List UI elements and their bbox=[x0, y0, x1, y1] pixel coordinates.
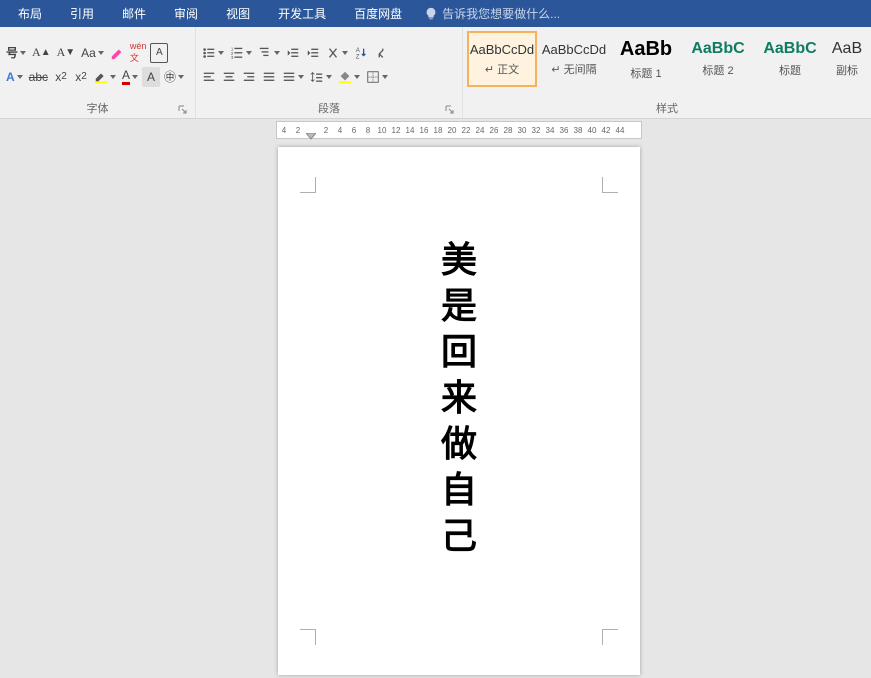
enclose-characters-button[interactable]: ㊥ bbox=[162, 67, 186, 87]
horizontal-ruler[interactable]: 4224681012141618202224262830323436384042… bbox=[276, 121, 642, 139]
font-group-label: 字体 bbox=[4, 100, 191, 117]
style-title[interactable]: AaBbC 标题 bbox=[755, 31, 825, 87]
clear-formatting-button[interactable] bbox=[108, 43, 126, 63]
increase-font-button[interactable]: A▲ bbox=[30, 43, 53, 63]
subscript-button[interactable]: x2 bbox=[52, 67, 70, 87]
crop-mark-br bbox=[602, 629, 618, 645]
styles-gallery[interactable]: AaBbCcDd ↵ 正文 AaBbCcDd ↵ 无间隔 AaBb 标题 1 A… bbox=[467, 29, 867, 100]
asian-layout-button[interactable] bbox=[324, 43, 350, 63]
line-spacing-button[interactable] bbox=[308, 67, 334, 87]
crop-mark-tl bbox=[300, 177, 316, 193]
tab-mailings[interactable]: 邮件 bbox=[108, 0, 160, 27]
tab-layout[interactable]: 布局 bbox=[4, 0, 56, 27]
style-preview: AaBbCcDd bbox=[542, 42, 606, 57]
document-area: 4224681012141618202224262830323436384042… bbox=[0, 119, 871, 678]
style-preview: AaBbC bbox=[763, 40, 816, 58]
shading-button[interactable] bbox=[336, 67, 362, 87]
style-label: 副标 bbox=[836, 62, 858, 78]
multilevel-list-button[interactable] bbox=[256, 43, 282, 63]
style-preview: AaBbC bbox=[691, 40, 744, 58]
style-subtitle[interactable]: AaB 副标 bbox=[827, 31, 867, 87]
ribbon: 号 A▲ A▼ Aa wén文 A A abc x2 x2 A A ㊥ 字体 bbox=[0, 27, 871, 119]
align-left-button[interactable] bbox=[200, 67, 218, 87]
document-page[interactable]: 美是回来做自己 bbox=[278, 147, 640, 675]
align-right-button[interactable] bbox=[240, 67, 258, 87]
menu-bar: 布局 引用 邮件 审阅 视图 开发工具 百度网盘 告诉我您想要做什么... bbox=[0, 0, 871, 27]
font-color-button[interactable]: A bbox=[120, 67, 140, 87]
tell-me-label: 告诉我您想要做什么... bbox=[442, 5, 560, 22]
sort-button[interactable]: AZ bbox=[352, 43, 370, 63]
tell-me-search[interactable]: 告诉我您想要做什么... bbox=[424, 5, 560, 22]
strikethrough-button[interactable]: abc bbox=[27, 67, 50, 87]
increase-indent-button[interactable] bbox=[304, 43, 322, 63]
group-styles: AaBbCcDd ↵ 正文 AaBbCcDd ↵ 无间隔 AaBb 标题 1 A… bbox=[463, 27, 871, 118]
show-hide-marks-button[interactable] bbox=[372, 43, 390, 63]
tab-references[interactable]: 引用 bbox=[56, 0, 108, 27]
paragraph-group-label: 段落 bbox=[200, 100, 458, 117]
align-center-button[interactable] bbox=[220, 67, 238, 87]
paragraph-dialog-launcher[interactable] bbox=[444, 104, 456, 116]
phonetic-guide-button[interactable]: wén文 bbox=[128, 43, 149, 63]
decrease-font-button[interactable]: A▼ bbox=[55, 43, 78, 63]
tab-view[interactable]: 视图 bbox=[212, 0, 264, 27]
style-label: 标题 2 bbox=[702, 62, 733, 78]
font-dialog-launcher[interactable] bbox=[177, 104, 189, 116]
style-label: ↵ 正文 bbox=[485, 61, 519, 77]
group-paragraph: 123 AZ 段落 bbox=[196, 27, 463, 118]
tab-review[interactable]: 审阅 bbox=[160, 0, 212, 27]
font-size-button[interactable]: 号 bbox=[4, 43, 28, 63]
numbering-button[interactable]: 123 bbox=[228, 43, 254, 63]
distributed-button[interactable] bbox=[280, 67, 306, 87]
style-normal[interactable]: AaBbCcDd ↵ 正文 bbox=[467, 31, 537, 87]
svg-text:3: 3 bbox=[231, 55, 234, 60]
style-label: 标题 bbox=[779, 62, 801, 78]
character-shading-button[interactable]: A bbox=[142, 67, 160, 87]
indent-marker-icon[interactable] bbox=[306, 133, 316, 141]
style-preview: AaB bbox=[832, 40, 862, 58]
change-case-button[interactable]: Aa bbox=[79, 43, 106, 63]
style-preview: AaBb bbox=[620, 38, 672, 61]
character-border-button[interactable]: A bbox=[150, 43, 168, 63]
borders-button[interactable] bbox=[364, 67, 390, 87]
style-preview: AaBbCcDd bbox=[470, 42, 534, 57]
style-heading-1[interactable]: AaBb 标题 1 bbox=[611, 31, 681, 87]
decrease-indent-button[interactable] bbox=[284, 43, 302, 63]
justify-button[interactable] bbox=[260, 67, 278, 87]
style-heading-2[interactable]: AaBbC 标题 2 bbox=[683, 31, 753, 87]
bullets-button[interactable] bbox=[200, 43, 226, 63]
style-label: ↵ 无间隔 bbox=[551, 61, 596, 77]
document-text[interactable]: 美是回来做自己 bbox=[441, 237, 477, 560]
tab-baidu-netdisk[interactable]: 百度网盘 bbox=[340, 0, 416, 27]
styles-group-label: 样式 bbox=[467, 100, 867, 117]
crop-mark-tr bbox=[602, 177, 618, 193]
superscript-button[interactable]: x2 bbox=[72, 67, 90, 87]
style-label: 标题 1 bbox=[630, 65, 661, 81]
text-effects-button[interactable]: A bbox=[4, 67, 25, 87]
group-font: 号 A▲ A▼ Aa wén文 A A abc x2 x2 A A ㊥ 字体 bbox=[0, 27, 196, 118]
svg-text:Z: Z bbox=[356, 53, 360, 60]
highlight-color-button[interactable] bbox=[92, 67, 118, 87]
style-no-spacing[interactable]: AaBbCcDd ↵ 无间隔 bbox=[539, 31, 609, 87]
lightbulb-icon bbox=[424, 7, 438, 21]
crop-mark-bl bbox=[300, 629, 316, 645]
tab-developer[interactable]: 开发工具 bbox=[264, 0, 340, 27]
